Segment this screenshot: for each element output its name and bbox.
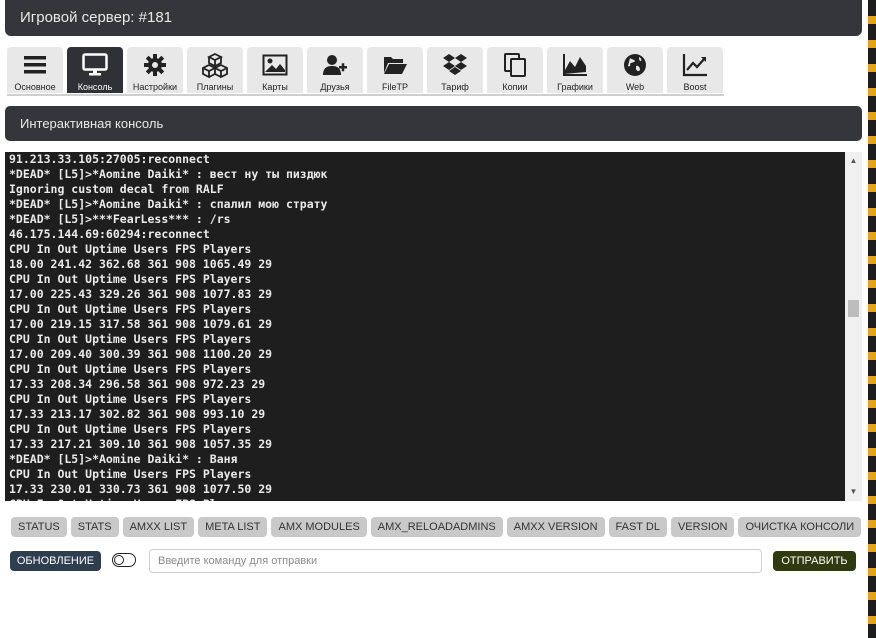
image-icon (262, 52, 288, 78)
tab-label: Графики (557, 82, 593, 92)
console-line: 46.175.144.69:60294:reconnect (9, 227, 210, 241)
tab-menu[interactable]: Основное (7, 47, 63, 93)
console-line: CPU In Out Uptime Users FPS Players (9, 422, 252, 436)
tab-label: Друзья (320, 82, 350, 92)
console-line: 17.33 217.21 309.10 361 908 1057.35 29 (9, 437, 273, 451)
console-line: CPU In Out Uptime Users FPS Players (9, 242, 252, 256)
console-line: 17.33 208.34 296.58 361 908 972.23 29 (9, 377, 266, 391)
command-button-meta-list[interactable]: META LIST (198, 517, 268, 537)
console-line: CPU In Out Uptime Users FPS Players (9, 392, 252, 406)
console-line: CPU In Out Uptime Users FPS Players (9, 467, 252, 481)
cubes-icon (202, 52, 228, 78)
add-user-icon (322, 52, 348, 78)
console-lines: 91.213.33.105:27005:reconnect *DEAD* [L5]… (9, 152, 839, 501)
console-line: 18.00 241.42 362.68 361 908 1065.49 29 (9, 257, 273, 271)
quick-command-buttons: STATUS STATS AMXX LIST META LIST AMX MODULES… (11, 517, 862, 537)
console-scrollbar[interactable]: ▲ ▼ (845, 152, 862, 501)
tab-folder-open[interactable]: FileTP (367, 47, 423, 93)
tab-dropbox[interactable]: Тариф (427, 47, 483, 93)
command-button-fast-dl[interactable]: FAST DL (608, 517, 667, 537)
tab-line-chart[interactable]: Boost (667, 47, 723, 93)
tab-label: Копии (502, 82, 528, 92)
console-line: *DEAD* [L5]>*Aomine Daiki* : спалил мою … (9, 197, 328, 211)
console-line: *DEAD* [L5]>***FearLess*** : /rs (9, 212, 231, 226)
scroll-thumb[interactable] (848, 300, 859, 317)
console-line: 17.00 209.40 300.39 361 908 1100.20 29 (9, 347, 273, 361)
command-button-version[interactable]: VERSION (670, 517, 735, 537)
area-chart-icon (562, 52, 588, 78)
console-line: *DEAD* [L5]>*Aomine Daiki* : Ваня (9, 452, 238, 466)
tab-label: Плагины (196, 82, 234, 92)
monitor-icon (82, 52, 108, 78)
tab-add-user[interactable]: Друзья (307, 47, 363, 93)
command-button-amxx-list[interactable]: AMXX LIST (122, 517, 195, 537)
console-line: 17.00 219.15 317.58 361 908 1079.61 29 (9, 317, 273, 331)
command-button-status[interactable]: STATUS (11, 517, 67, 537)
console-line: CPU In Out Uptime Users FPS Players (9, 302, 252, 316)
tab-monitor[interactable]: Консоль (67, 47, 123, 93)
globe-icon (622, 52, 648, 78)
console-line: Ignoring custom decal from RALF (9, 182, 224, 196)
console-section-header: Интерактивная консоль (5, 106, 862, 141)
tab-label: Карты (262, 82, 288, 92)
refresh-button[interactable]: ОБНОВЛЕНИЕ (10, 551, 101, 571)
scroll-up-arrow-icon[interactable]: ▲ (845, 154, 862, 168)
tab-label: Boost (683, 82, 707, 92)
page-title: Игровой сервер: #181 (20, 9, 172, 26)
tab-label: FileTP (381, 82, 408, 92)
tab-label: Настройки (132, 82, 178, 92)
dropbox-icon (442, 52, 468, 78)
copy-icon (502, 52, 528, 78)
tab-label: Консоль (77, 82, 113, 92)
tab-label: Основное (14, 82, 56, 92)
auto-refresh-toggle[interactable] (112, 553, 136, 567)
command-button-stats[interactable]: STATS (70, 517, 119, 537)
console-line: CPU In Out Uptime Users FPS Players (9, 497, 839, 501)
console-line: 17.00 225.43 329.26 361 908 1077.83 29 (9, 287, 273, 301)
console-line: 17.33 230.01 330.73 361 908 1077.50 29 (9, 482, 273, 496)
console-line: 17.33 213.17 302.82 361 908 993.10 29 (9, 407, 266, 421)
gear-icon (142, 52, 168, 78)
menu-icon (22, 52, 48, 78)
command-button-amx-reloadadmins[interactable]: AMX_RELOADADMINS (370, 517, 503, 537)
tab-area-chart[interactable]: Графики (547, 47, 603, 93)
tab-cubes[interactable]: Плагины (187, 47, 243, 93)
folder-open-icon (382, 52, 408, 78)
console-section-title: Интерактивная консоль (20, 116, 164, 131)
console-line: *DEAD* [L5]>*Aomine Daiki* : вест ну ты … (9, 167, 328, 181)
send-button[interactable]: ОТПРАВИТЬ (773, 551, 856, 571)
tab-label: Web (625, 82, 645, 92)
console-line: 91.213.33.105:27005:reconnect (9, 152, 210, 166)
command-button-amxx-version[interactable]: AMXX VERSION (506, 517, 605, 537)
line-chart-icon (682, 52, 708, 78)
tab-copy[interactable]: Копии (487, 47, 543, 93)
console-output[interactable]: 91.213.33.105:27005:reconnect *DEAD* [L5]… (5, 152, 862, 501)
console-line: CPU In Out Uptime Users FPS Players (9, 332, 252, 346)
tab-label: Тариф (441, 82, 469, 92)
page-title-bar: Игровой сервер: #181 (5, 0, 862, 36)
tab-image[interactable]: Карты (247, 47, 303, 93)
tab-globe[interactable]: Web (607, 47, 663, 93)
tab-bar: Основное Консоль Настройки Плагины Карты Друз… (7, 47, 724, 96)
console-line: CPU In Out Uptime Users FPS Players (9, 362, 252, 376)
console-line: CPU In Out Uptime Users FPS Players (9, 272, 252, 286)
tab-gear[interactable]: Настройки (127, 47, 183, 93)
command-button-очистка-консоли[interactable]: ОЧИСТКА КОНСОЛИ (738, 517, 862, 537)
decorative-stripe (868, 0, 876, 638)
scroll-down-arrow-icon[interactable]: ▼ (845, 485, 862, 499)
command-input[interactable] (149, 549, 762, 573)
command-button-amx-modules[interactable]: AMX MODULES (271, 517, 367, 537)
